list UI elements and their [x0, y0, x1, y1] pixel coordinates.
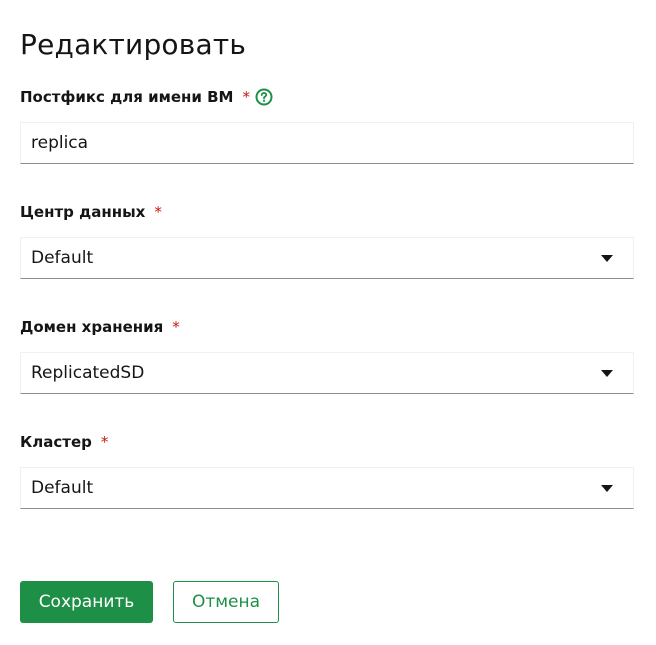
required-mark: *: [242, 88, 251, 106]
vm-name-postfix-label-row: Постфикс для имени ВМ *: [20, 86, 634, 108]
required-mark: *: [100, 433, 109, 451]
storage-domain-value: ReplicatedSD: [31, 363, 145, 383]
cluster-label-row: Кластер *: [20, 431, 634, 453]
vm-name-postfix-label: Постфикс для имени ВМ: [20, 88, 234, 106]
required-mark: *: [172, 318, 180, 336]
caret-down-icon: [601, 255, 613, 262]
vm-name-postfix-input[interactable]: replica: [20, 122, 634, 164]
data-center-label: Центр данных: [20, 203, 146, 221]
caret-down-icon: [601, 485, 613, 492]
cluster-value: Default: [31, 478, 94, 498]
vm-name-postfix-field: Постфикс для имени ВМ * replica: [20, 86, 634, 164]
data-center-label-row: Центр данных *: [20, 201, 634, 223]
required-mark: *: [154, 203, 162, 221]
storage-domain-select[interactable]: ReplicatedSD: [20, 352, 634, 394]
storage-domain-field: Домен хранения * ReplicatedSD: [20, 316, 634, 394]
dialog-title: Редактировать: [20, 28, 247, 61]
cluster-field: Кластер * Default: [20, 431, 634, 509]
save-button[interactable]: Сохранить: [20, 581, 153, 623]
question-circle-icon[interactable]: [255, 88, 273, 106]
cluster-label: Кластер: [20, 433, 92, 451]
data-center-value: Default: [31, 248, 94, 268]
data-center-field: Центр данных * Default: [20, 201, 634, 279]
cluster-select[interactable]: Default: [20, 467, 634, 509]
storage-domain-label-row: Домен хранения *: [20, 316, 634, 338]
caret-down-icon: [601, 370, 613, 377]
data-center-select[interactable]: Default: [20, 237, 634, 279]
storage-domain-label: Домен хранения: [20, 318, 164, 336]
edit-dialog: Редактировать Постфикс для имени ВМ * re…: [0, 0, 656, 645]
cancel-button[interactable]: Отмена: [173, 581, 279, 623]
